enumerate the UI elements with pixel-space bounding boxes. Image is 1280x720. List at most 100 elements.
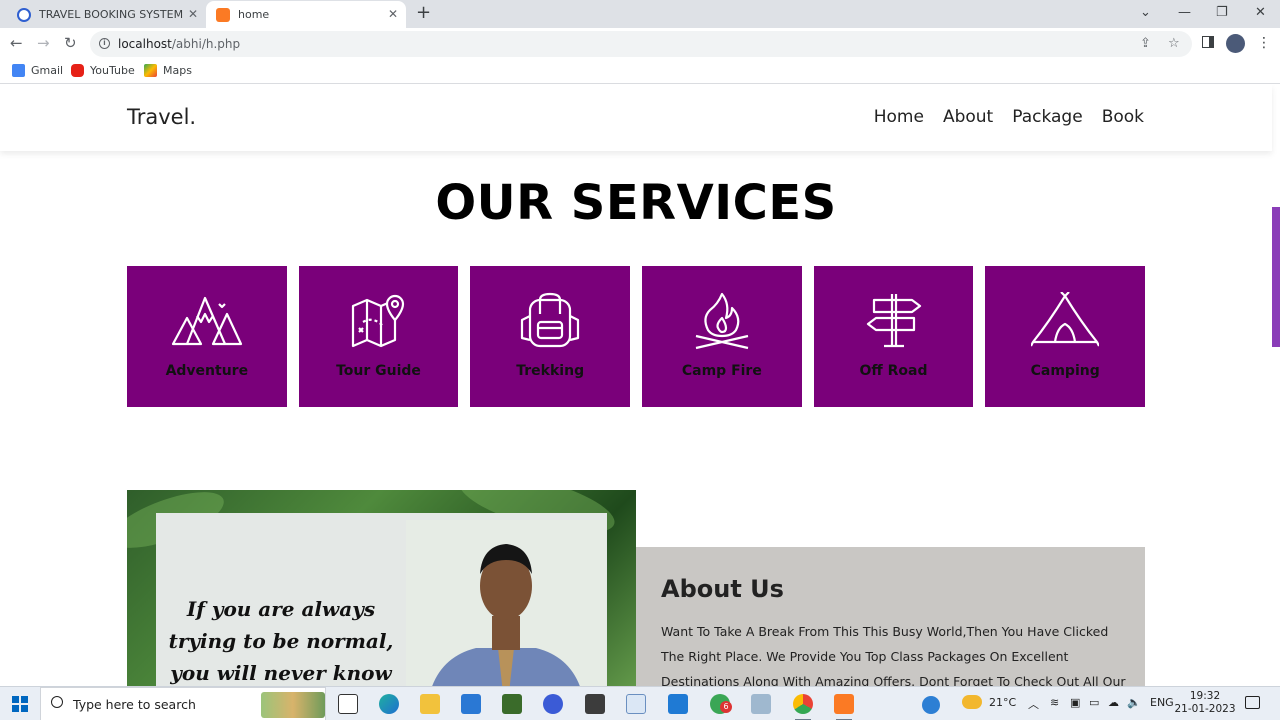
page-scrollbar-thumb[interactable] — [1272, 207, 1280, 347]
site-info-icon[interactable]: i — [99, 38, 110, 49]
close-window-button[interactable]: ✕ — [1255, 4, 1266, 22]
service-label: Off Road — [859, 363, 928, 379]
forward-arrow-icon[interactable]: → — [37, 34, 50, 52]
bookmark-label: YouTube — [90, 64, 135, 77]
weather-temperature[interactable]: 21°C — [989, 696, 1016, 709]
nav-home[interactable]: Home — [874, 107, 924, 127]
cloud-icon[interactable]: ☁ — [1108, 696, 1119, 709]
nav-package[interactable]: Package — [1012, 107, 1082, 127]
tent-icon — [1031, 292, 1100, 347]
browser-menu-icon[interactable]: ⋮ — [1257, 34, 1271, 52]
url-text[interactable]: localhost/abhi/h.php — [118, 37, 240, 51]
page-viewport: Travel. Home About Package Book OUR SERV… — [0, 85, 1280, 686]
network-icon[interactable]: ≋ — [1050, 696, 1059, 709]
service-label: Adventure — [165, 363, 249, 379]
service-card-tour-guide[interactable]: Tour Guide — [298, 266, 459, 407]
edge-browser-icon[interactable] — [379, 694, 399, 714]
clock-date: 21-01-2023 — [1174, 703, 1236, 715]
prezi-favicon-icon — [17, 7, 31, 22]
gmail-icon — [12, 64, 25, 77]
device-icon[interactable]: ▣ — [1070, 696, 1080, 709]
tab-prezi[interactable]: TRAVEL BOOKING SYSTEM | Prezi ✕ — [8, 1, 206, 28]
site-header: Travel. Home About Package Book — [0, 85, 1272, 151]
service-label: Tour Guide — [336, 363, 421, 379]
poster-quote: If you are always trying to be normal, y… — [168, 597, 394, 685]
search-icon — [51, 696, 63, 708]
about-section: About Us Want To Take A Break From This … — [636, 547, 1145, 686]
bookmark-youtube[interactable]: YouTube — [71, 64, 135, 77]
browser-tab-bar: TRAVEL BOOKING SYSTEM | Prezi ✕ home ✕ +… — [0, 0, 1280, 28]
xampp-icon[interactable] — [834, 694, 854, 720]
mail-icon[interactable] — [461, 694, 481, 714]
chrome-icon[interactable] — [793, 694, 813, 720]
service-card-trekking[interactable]: Trekking — [470, 266, 631, 407]
person-photo — [406, 520, 606, 686]
campfire-icon — [695, 292, 749, 350]
windows-taskbar: Type here to search 6 21°C ︿ ≋ ▣ ▭ ☁ 🔈 E… — [0, 686, 1280, 720]
nav-book[interactable]: Book — [1102, 107, 1144, 127]
clock-time: 19:32 — [1189, 690, 1221, 702]
search-highlight-art — [261, 692, 325, 718]
nav-about[interactable]: About — [943, 107, 993, 127]
bookmark-label: Gmail — [31, 64, 64, 77]
bookmark-maps[interactable]: Maps — [144, 64, 192, 77]
map-pin-icon — [351, 294, 404, 348]
share-icon[interactable]: ⇪ — [1140, 36, 1151, 52]
xampp-favicon-icon — [216, 7, 230, 22]
terminal-app-icon[interactable] — [502, 694, 522, 714]
side-panel-icon[interactable] — [1202, 36, 1214, 48]
minimize-window-button[interactable]: — — [1178, 4, 1191, 22]
windows-start-icon[interactable] — [12, 696, 28, 712]
help-icon[interactable] — [922, 696, 940, 714]
notification-badge: 6 — [720, 701, 732, 713]
services-heading: OUR SERVICES — [435, 175, 837, 231]
service-card-adventure[interactable]: Adventure — [127, 266, 287, 407]
window-app-icon[interactable] — [626, 694, 646, 714]
new-tab-button[interactable]: + — [416, 4, 431, 22]
about-image: If you are always trying to be normal, y… — [127, 490, 636, 686]
signpost-icon — [866, 294, 921, 348]
file-explorer-icon[interactable] — [420, 694, 440, 714]
restore-window-button[interactable]: ❐ — [1216, 4, 1228, 22]
notification-center-icon[interactable] — [1245, 696, 1260, 709]
battery-icon[interactable]: ▭ — [1089, 696, 1099, 709]
volume-icon[interactable]: 🔈 — [1127, 696, 1141, 709]
about-title: About Us — [661, 575, 784, 603]
bookmark-gmail[interactable]: Gmail — [12, 64, 63, 77]
sublime-text-icon[interactable] — [585, 694, 605, 714]
back-arrow-icon[interactable]: ← — [10, 34, 23, 52]
bookmark-star-icon[interactable]: ☆ — [1168, 36, 1180, 52]
tab-title: home — [238, 8, 270, 21]
system-clock[interactable]: 19:32 21-01-2023 — [1170, 690, 1240, 716]
services-grid: Adventure Tour Guide Trekking Camp Fire … — [127, 266, 1146, 407]
tab-search-chevron-icon[interactable]: ⌄ — [1140, 4, 1151, 22]
mountains-icon — [171, 296, 242, 346]
reload-icon[interactable]: ↻ — [64, 34, 77, 52]
site-logo[interactable]: Travel. — [127, 105, 196, 129]
vscode-icon[interactable] — [668, 694, 688, 714]
close-tab-icon[interactable]: ✕ — [388, 8, 398, 20]
service-label: Trekking — [516, 363, 585, 379]
person-figure — [406, 520, 606, 686]
service-label: Camping — [1030, 363, 1100, 379]
weather-icon[interactable] — [962, 695, 982, 709]
search-placeholder: Type here to search — [73, 697, 196, 712]
tab-home[interactable]: home ✕ — [206, 1, 406, 28]
service-card-camp-fire[interactable]: Camp Fire — [642, 266, 802, 407]
tab-title: TRAVEL BOOKING SYSTEM | Prezi — [39, 8, 187, 21]
maps-icon — [144, 64, 157, 77]
task-view-icon[interactable] — [338, 694, 358, 714]
youtube-icon — [71, 64, 84, 77]
globe-app-icon[interactable] — [543, 694, 563, 714]
close-tab-icon[interactable]: ✕ — [188, 8, 198, 20]
show-hidden-icons-chevron-icon[interactable]: ︿ — [1028, 696, 1039, 712]
main-nav: Home About Package Book — [874, 107, 1144, 127]
service-label: Camp Fire — [681, 363, 762, 379]
address-bar[interactable]: i localhost/abhi/h.php ⇪ ☆ — [90, 31, 1192, 57]
profile-avatar[interactable] — [1226, 34, 1245, 53]
service-card-off-road[interactable]: Off Road — [813, 266, 974, 407]
service-card-camping[interactable]: Camping — [985, 266, 1146, 407]
bookmarks-bar: Gmail YouTube Maps — [0, 60, 1280, 84]
taskbar-search-box[interactable]: Type here to search — [40, 687, 326, 720]
generic-app-icon[interactable] — [751, 694, 771, 714]
